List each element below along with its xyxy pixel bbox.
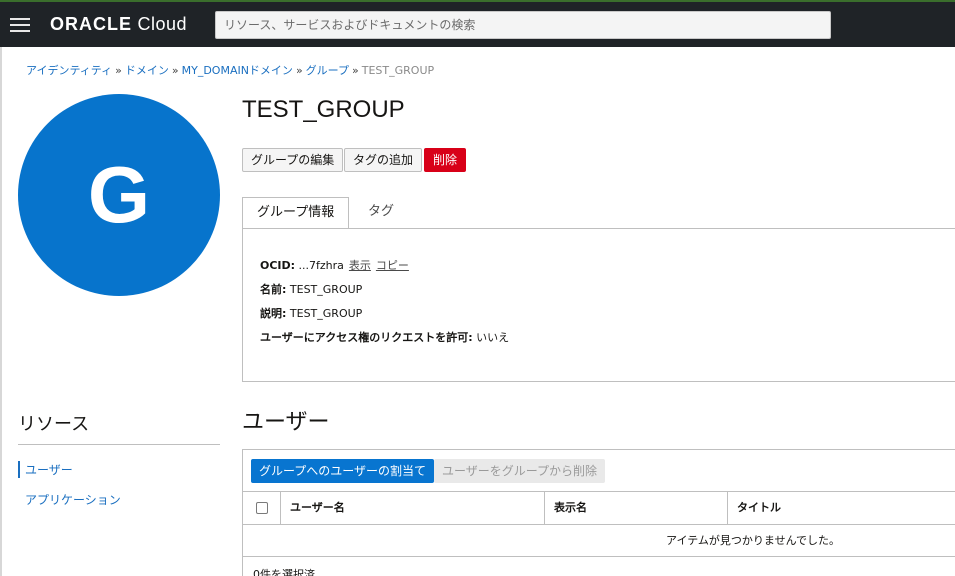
assign-user-button[interactable]: グループへのユーザーの割当て	[251, 459, 435, 483]
tab-tags[interactable]: タグ	[354, 197, 408, 229]
description-label: 説明:	[260, 307, 287, 320]
add-tags-button[interactable]: タグの追加	[344, 148, 423, 172]
breadcrumb-item-groups[interactable]: グループ	[306, 64, 349, 77]
breadcrumb-separator: »	[352, 64, 359, 77]
breadcrumb-item-domains[interactable]: ドメイン	[125, 64, 169, 77]
column-display-name[interactable]: 表示名	[544, 492, 727, 524]
empty-table-message: アイテムが見つかりませんでした。	[243, 525, 955, 557]
select-all-checkbox[interactable]	[256, 502, 268, 514]
users-table-panel: グループへのユーザーの割当て ユーザーをグループから削除 ユーザー名 表示名 タ…	[242, 449, 955, 576]
group-avatar: G	[18, 94, 220, 296]
resource-item-applications[interactable]: アプリケーション	[18, 491, 121, 508]
access-request-value: いいえ	[476, 331, 510, 344]
access-request-label: ユーザーにアクセス権のリクエストを許可:	[260, 331, 473, 344]
description-value: TEST_GROUP	[289, 307, 363, 320]
ocid-value: ...7fzhra	[298, 259, 344, 272]
breadcrumb-current: TEST_GROUP	[361, 64, 435, 77]
breadcrumb-separator: »	[171, 64, 179, 77]
name-row: 名前: TEST_GROUP	[260, 281, 362, 297]
top-navigation-bar: ORACLE Cloud	[0, 0, 955, 47]
ocid-label: OCID:	[260, 259, 296, 272]
left-border	[0, 47, 2, 576]
column-title[interactable]: タイトル	[727, 492, 951, 524]
selected-count: 0件を選択済	[253, 568, 315, 576]
resource-item-users[interactable]: ユーザー	[18, 461, 73, 478]
name-value: TEST_GROUP	[289, 283, 363, 296]
breadcrumb-item-identity[interactable]: アイデンティティ	[26, 64, 112, 77]
ocid-row: OCID: ...7fzhra 表示 コピー	[260, 257, 409, 273]
show-ocid-link[interactable]: 表示	[349, 259, 371, 272]
access-request-row: ユーザーにアクセス権のリクエストを許可: いいえ	[260, 329, 509, 345]
table-header: ユーザー名 表示名 タイトル	[243, 491, 955, 525]
remove-user-button: ユーザーをグループから削除	[434, 459, 606, 483]
delete-button[interactable]: 削除	[424, 148, 467, 172]
description-row: 説明: TEST_GROUP	[260, 305, 362, 321]
oracle-cloud-logo[interactable]: ORACLE Cloud	[50, 14, 187, 35]
breadcrumb-item-my-domain[interactable]: MY_DOMAINドメイン	[182, 64, 293, 77]
search-input[interactable]	[215, 11, 831, 39]
users-heading: ユーザー	[242, 409, 330, 434]
resources-heading: リソース	[18, 414, 90, 434]
breadcrumb-separator: »	[295, 64, 303, 77]
group-info-panel: OCID: ...7fzhra 表示 コピー 名前: TEST_GROUP 説明: …	[242, 228, 955, 382]
page-title: TEST_GROUP	[242, 96, 405, 123]
edit-group-button[interactable]: グループの編集	[242, 148, 344, 172]
divider	[18, 444, 220, 445]
hamburger-menu-icon[interactable]	[10, 18, 30, 32]
breadcrumb-separator: »	[115, 64, 122, 77]
tab-group-info[interactable]: グループ情報	[242, 197, 350, 229]
name-label: 名前:	[260, 283, 287, 296]
copy-ocid-link[interactable]: コピー	[376, 259, 409, 272]
breadcrumb: アイデンティティ» ドメイン» MY_DOMAINドメイン» グループ» TEST_GR…	[26, 62, 434, 78]
column-username[interactable]: ユーザー名	[280, 492, 544, 524]
